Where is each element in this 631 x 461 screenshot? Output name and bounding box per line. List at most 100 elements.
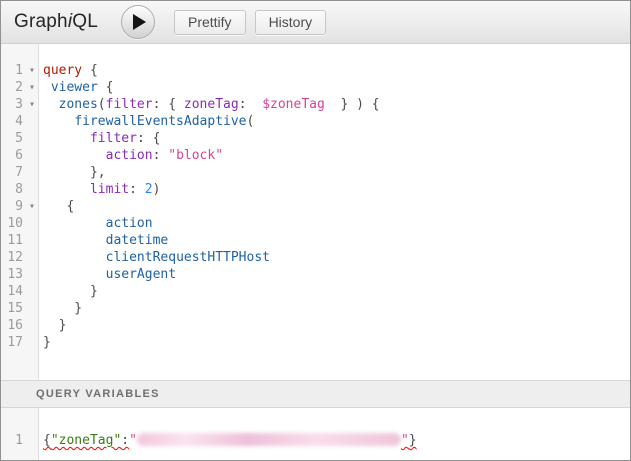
code-token: zoneTag	[184, 97, 239, 112]
code-line[interactable]: 15 }	[1, 300, 630, 317]
line-number: 13	[1, 266, 25, 283]
history-button[interactable]: History	[255, 10, 327, 35]
code-token: viewer	[51, 80, 98, 95]
prettify-button[interactable]: Prettify	[174, 10, 246, 35]
code-text: action	[39, 215, 153, 232]
code-line[interactable]: 3▾ zones(filter: { zoneTag: $zoneTag } )…	[1, 96, 630, 113]
code-line[interactable]: 8 limit: 2)	[1, 181, 630, 198]
line-number: 16	[1, 317, 25, 334]
line-number: 12	[1, 249, 25, 266]
code-text: {	[39, 198, 74, 215]
code-token: }	[43, 284, 98, 299]
code-line[interactable]: 16 }	[1, 317, 630, 334]
play-icon	[133, 14, 146, 30]
fold-gutter-spacer	[25, 232, 39, 249]
code-token: (	[98, 97, 106, 112]
code-token: :	[121, 433, 129, 448]
code-text: },	[39, 164, 106, 181]
code-token: $zoneTag	[262, 97, 325, 112]
code-token	[43, 114, 74, 129]
code-text: action: "block"	[39, 147, 223, 164]
code-text: userAgent	[39, 266, 176, 283]
line-number: 1	[1, 432, 25, 449]
code-token: zones	[59, 97, 98, 112]
app-title-ql: QL	[72, 11, 98, 32]
code-token: userAgent	[106, 267, 176, 282]
code-line[interactable]: 6 action: "block"	[1, 147, 630, 164]
code-text: firewallEventsAdaptive(	[39, 113, 254, 130]
fold-gutter-spacer	[25, 130, 39, 147]
code-line[interactable]: 12 clientRequestHTTPHost	[1, 249, 630, 266]
execute-query-button[interactable]	[121, 5, 155, 39]
line-number: 11	[1, 232, 25, 249]
variables-title: QUERY VARIABLES	[36, 388, 160, 400]
variables-editor[interactable]: 1{"zoneTag":""}	[1, 408, 630, 460]
code-line[interactable]: 11 datetime	[1, 232, 630, 249]
fold-arrow-icon[interactable]: ▾	[25, 198, 39, 215]
code-token: filter	[90, 131, 137, 146]
code-token	[43, 80, 51, 95]
fold-arrow-icon[interactable]: ▾	[25, 62, 39, 79]
fold-arrow-icon[interactable]: ▾	[25, 79, 39, 96]
code-token: )	[153, 182, 161, 197]
code-token: :	[153, 148, 169, 163]
fold-gutter-spacer	[25, 300, 39, 317]
code-token: }	[409, 433, 417, 448]
code-token: }	[43, 318, 66, 333]
code-token: },	[43, 165, 106, 180]
code-line[interactable]: 9▾ {	[1, 198, 630, 215]
fold-arrow-icon[interactable]: ▾	[25, 96, 39, 113]
code-token: :	[129, 182, 145, 197]
code-token: action	[106, 216, 153, 231]
app-title: GraphiQL	[14, 11, 98, 33]
code-token: }	[43, 301, 82, 316]
code-token: : {	[153, 97, 184, 112]
redacted-zone-tag-value	[137, 433, 401, 446]
code-token: : {	[137, 131, 160, 146]
code-token	[43, 148, 106, 163]
code-text: }	[39, 334, 51, 351]
code-line[interactable]: 7 },	[1, 164, 630, 181]
toolbar: GraphiQL Prettify History	[1, 1, 630, 44]
code-token: :	[239, 97, 262, 112]
line-number: 14	[1, 283, 25, 300]
code-line[interactable]: 14 }	[1, 283, 630, 300]
code-text: }	[39, 283, 98, 300]
fold-gutter-spacer	[25, 334, 39, 351]
line-number: 7	[1, 164, 25, 181]
code-token: {	[98, 80, 114, 95]
code-text: clientRequestHTTPHost	[39, 249, 270, 266]
code-token: query	[43, 63, 82, 78]
line-number: 5	[1, 130, 25, 147]
code-token	[43, 233, 106, 248]
code-token	[43, 97, 59, 112]
code-token	[43, 250, 106, 265]
fold-gutter-spacer	[25, 147, 39, 164]
code-token: action	[106, 148, 153, 163]
code-line[interactable]: 5 filter: {	[1, 130, 630, 147]
code-line[interactable]: 10 action	[1, 215, 630, 232]
code-token: datetime	[106, 233, 169, 248]
code-line[interactable]: 17}	[1, 334, 630, 351]
code-line[interactable]: 1▾query {	[1, 62, 630, 79]
code-line[interactable]: 4 firewallEventsAdaptive(	[1, 113, 630, 130]
query-editor[interactable]: 1▾query {2▾ viewer {3▾ zones(filter: { z…	[1, 44, 630, 380]
code-token: "	[129, 433, 137, 448]
fold-gutter-spacer	[25, 249, 39, 266]
code-text: viewer {	[39, 79, 113, 96]
code-token: (	[247, 114, 255, 129]
variables-line[interactable]: 1{"zoneTag":""}	[1, 432, 630, 449]
fold-gutter-spacer	[25, 113, 39, 130]
code-line[interactable]: 2▾ viewer {	[1, 79, 630, 96]
code-token: {	[43, 199, 74, 214]
variables-title-bar[interactable]: QUERY VARIABLES	[1, 380, 630, 408]
code-token: "zoneTag"	[51, 433, 121, 448]
graphiql-window: GraphiQL Prettify History 1▾query {2▾ vi…	[0, 0, 631, 461]
fold-gutter-spacer	[25, 266, 39, 283]
line-number: 1	[1, 62, 25, 79]
code-token	[43, 182, 90, 197]
code-line[interactable]: 13 userAgent	[1, 266, 630, 283]
fold-gutter-spacer	[25, 432, 39, 449]
code-text: filter: {	[39, 130, 160, 147]
app-title-graph: Graph	[14, 11, 68, 32]
